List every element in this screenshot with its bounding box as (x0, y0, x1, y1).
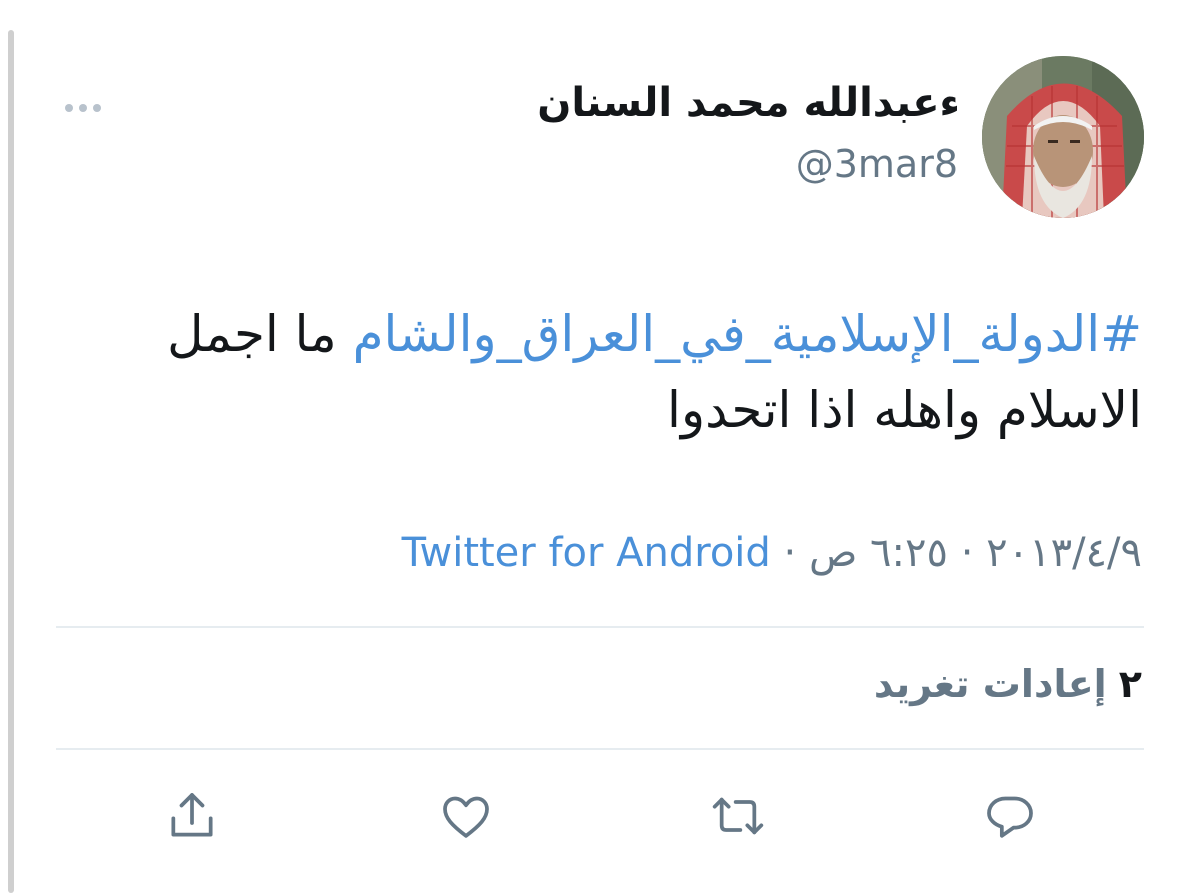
retweet-button[interactable] (708, 786, 768, 846)
avatar-photo (982, 56, 1144, 218)
retweet-icon (712, 797, 764, 835)
avatar[interactable] (982, 56, 1144, 218)
divider (56, 626, 1144, 628)
more-dot-icon (79, 104, 87, 112)
tweet-source-link[interactable]: Twitter for Android (402, 530, 771, 576)
meta-separator: · (783, 530, 797, 576)
reply-button[interactable] (980, 786, 1040, 846)
more-dot-icon (93, 104, 101, 112)
reply-icon (987, 796, 1033, 838)
tweet-text: #الدولة_الإسلامية_في_العراق_والشام ما اج… (42, 296, 1142, 448)
more-options-button[interactable] (58, 90, 108, 126)
heart-icon (443, 796, 489, 838)
meta-separator: · (960, 530, 974, 576)
tweet-detail-page: ءعبدالله محمد السنان @3mar8 #الدولة_الإس… (0, 0, 1200, 893)
like-button[interactable] (436, 786, 496, 846)
tweet-date[interactable]: ٢٠١٣/٤/٩ (986, 530, 1142, 576)
tweet-meta: ٢٠١٣/٤/٩ · ٦:٢٥ ص · Twitter for Android (402, 530, 1142, 576)
author-handle[interactable]: @3mar8 (796, 142, 958, 186)
share-button[interactable] (162, 786, 222, 846)
hashtag-link[interactable]: #الدولة_الإسلامية_في_العراق_والشام (353, 305, 1142, 363)
more-dot-icon (65, 104, 73, 112)
author-display-name[interactable]: ءعبدالله محمد السنان (537, 80, 960, 126)
retweet-label: إعادات تغريد (873, 662, 1107, 706)
divider (56, 748, 1144, 750)
left-scroll-rule (8, 30, 14, 893)
retweet-count: ٢ (1118, 662, 1142, 706)
share-icon (171, 793, 213, 837)
tweet-time[interactable]: ٦:٢٥ ص (809, 530, 948, 576)
retweets-stat[interactable]: ٢ إعادات تغريد (874, 662, 1142, 706)
